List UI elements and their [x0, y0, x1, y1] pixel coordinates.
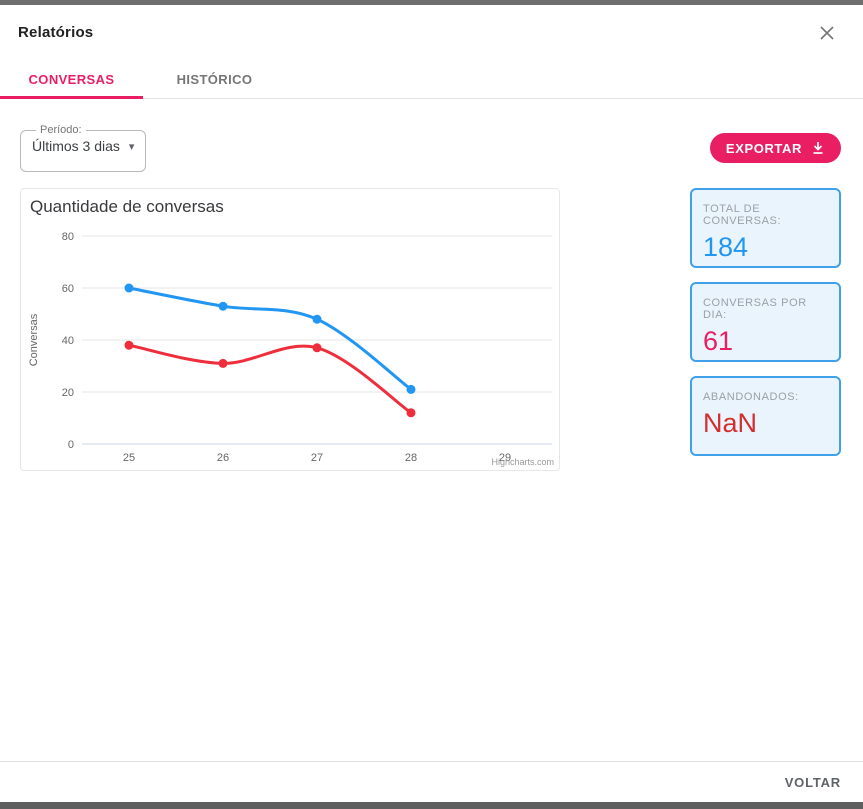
period-select-label: Período: [36, 124, 86, 136]
stat-card-conversas-por-dia: CONVERSAS POR DIA: 61 [690, 282, 841, 362]
svg-text:28: 28 [405, 452, 417, 464]
svg-text:27: 27 [311, 452, 323, 464]
period-select-value: Últimos 3 dias [32, 138, 120, 154]
tab-historico[interactable]: HISTÓRICO [143, 60, 286, 98]
chart-point[interactable] [313, 315, 322, 324]
chart-point[interactable] [125, 284, 134, 293]
main-row: 0204060802526272829Conversas Quantidade … [20, 188, 841, 471]
svg-text:40: 40 [62, 335, 74, 347]
svg-text:0: 0 [68, 439, 74, 451]
stat-label: TOTAL DE CONVERSAS: [703, 203, 828, 227]
stat-label: ABANDONADOS: [703, 391, 828, 403]
stat-label: CONVERSAS POR DIA: [703, 297, 828, 321]
dropdown-arrow-icon: ▾ [129, 140, 135, 153]
download-icon [811, 141, 825, 155]
svg-text:20: 20 [62, 387, 74, 399]
tab-conversas-label: CONVERSAS [29, 72, 115, 87]
export-button-label: EXPORTAR [726, 141, 802, 156]
modal-header: Relatórios [0, 5, 863, 60]
modal-body: Período: Últimos 3 dias ▾ EXPORTAR 0 20 40… [0, 99, 863, 761]
window-bottom-edge [0, 802, 863, 809]
tab-conversas[interactable]: CONVERSAS [0, 60, 143, 98]
chart-point[interactable] [125, 341, 134, 350]
highcharts-credit[interactable]: Highcharts.com [491, 457, 554, 467]
stat-card-abandonados: ABANDONADOS: NaN [690, 376, 841, 456]
chart-card: 0204060802526272829Conversas Quantidade … [20, 188, 560, 471]
conversas-chart: 0204060802526272829Conversas [21, 189, 559, 470]
close-button[interactable] [815, 21, 839, 45]
period-select-value-row: Últimos 3 dias ▾ [32, 138, 145, 154]
period-select[interactable]: Período: Últimos 3 dias ▾ [20, 124, 146, 172]
svg-text:80: 80 [62, 231, 74, 243]
close-icon [819, 25, 835, 41]
stat-value: NaN [703, 408, 828, 439]
chart-point[interactable] [407, 408, 416, 417]
svg-text:Conversas: Conversas [28, 313, 40, 366]
stats-column: TOTAL DE CONVERSAS: 184 CONVERSAS POR DI… [690, 188, 841, 456]
back-button[interactable]: VOLTAR [785, 775, 841, 790]
stat-card-total-conversas: TOTAL DE CONVERSAS: 184 [690, 188, 841, 268]
chart-point[interactable] [407, 385, 416, 394]
export-button[interactable]: EXPORTAR [710, 133, 841, 163]
chart-point[interactable] [219, 359, 228, 368]
modal-footer: VOLTAR [0, 761, 863, 802]
svg-text:25: 25 [123, 452, 135, 464]
svg-text:26: 26 [217, 452, 229, 464]
stat-value: 61 [703, 326, 828, 357]
chart-point[interactable] [219, 302, 228, 311]
svg-text:60: 60 [62, 283, 74, 295]
stat-value: 184 [703, 232, 828, 263]
reports-modal: Relatórios CONVERSAS HISTÓRICO Período: … [0, 0, 863, 809]
chart-title: Quantidade de conversas [30, 197, 224, 217]
tab-bar: CONVERSAS HISTÓRICO [0, 60, 863, 99]
tab-historico-label: HISTÓRICO [177, 72, 253, 87]
chart-point[interactable] [313, 343, 322, 352]
modal-title: Relatórios [18, 24, 93, 41]
controls-row: Período: Últimos 3 dias ▾ EXPORTAR [20, 124, 841, 172]
